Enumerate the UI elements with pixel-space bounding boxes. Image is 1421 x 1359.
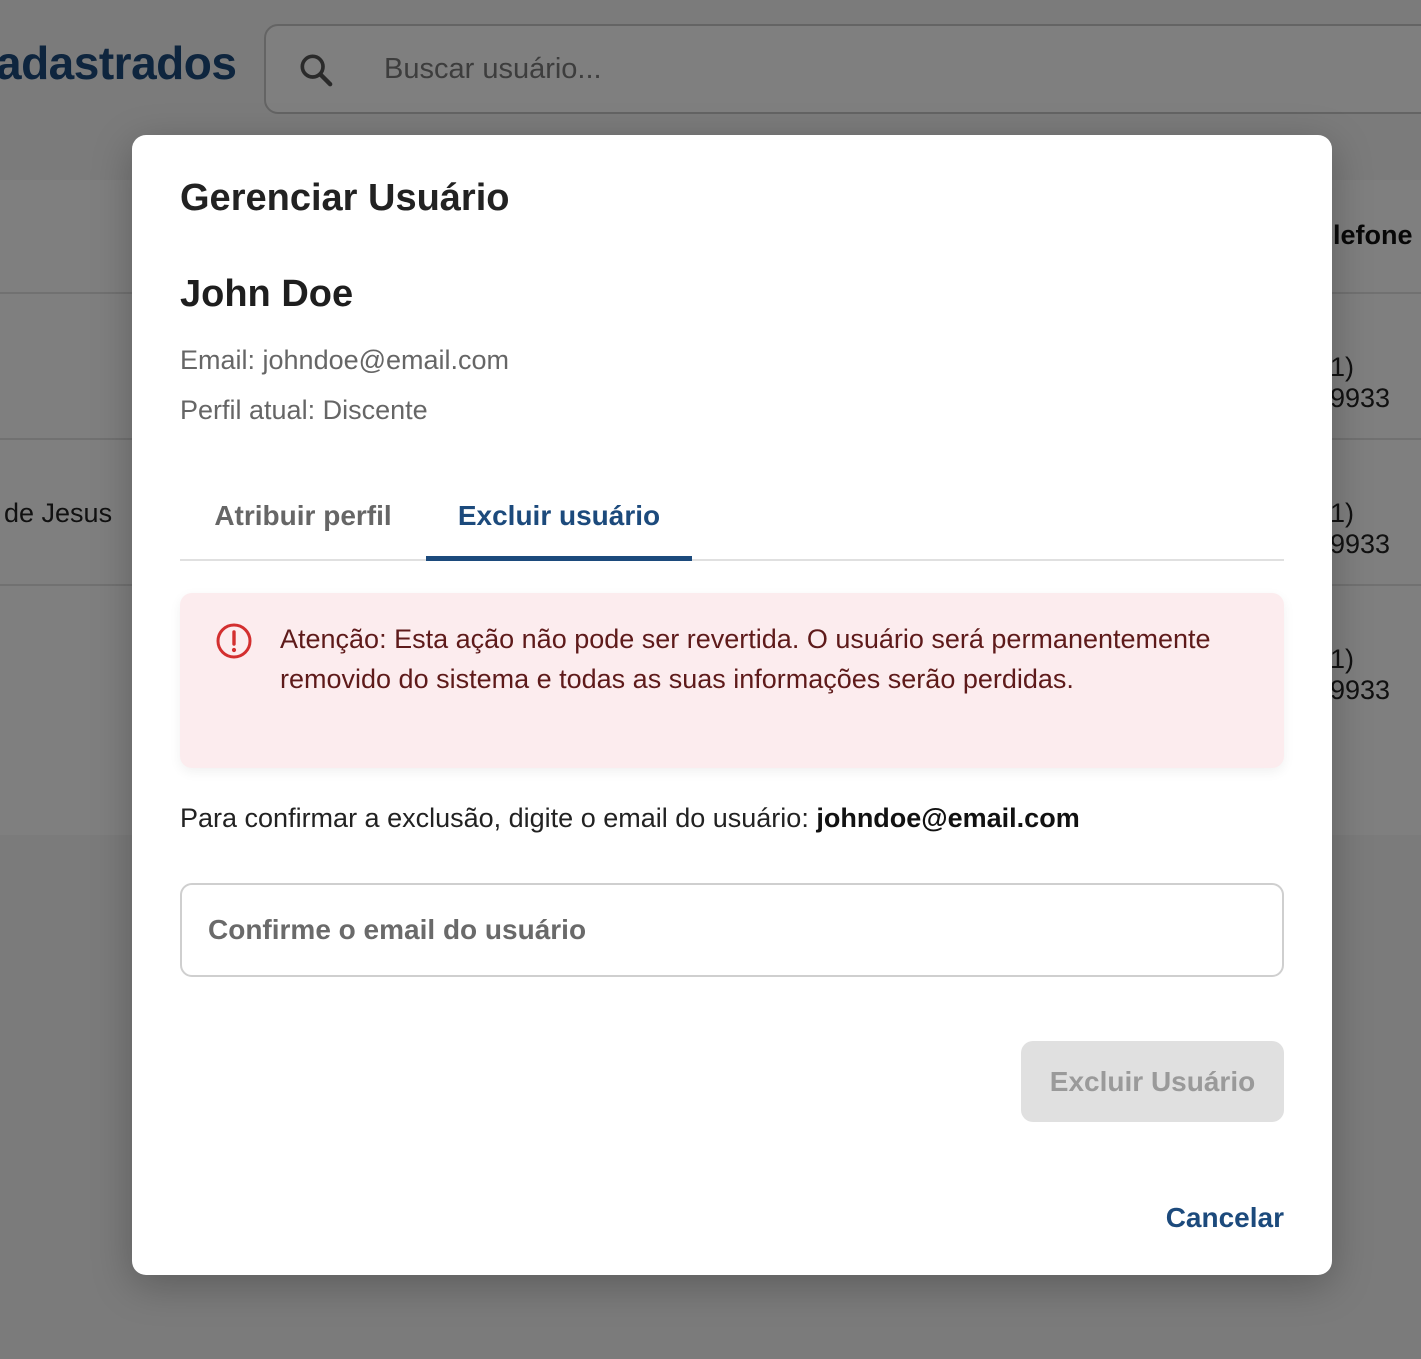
user-name: John Doe	[180, 273, 354, 315]
cancel-button[interactable]: Cancelar	[1142, 1193, 1284, 1243]
user-email: Email: johndoe@email.com	[180, 345, 510, 375]
alert-circle-icon	[214, 621, 254, 661]
dialog-title: Gerenciar Usuário	[180, 177, 510, 219]
confirm-label-text: Para confirmar a exclusão, digite o emai…	[180, 803, 817, 833]
tab-assign-profile[interactable]: Atribuir perfil	[180, 475, 426, 557]
confirm-instructions: Para confirmar a exclusão, digite o emai…	[180, 803, 1080, 834]
tab-delete-user[interactable]: Excluir usuário	[426, 475, 692, 557]
delete-user-button[interactable]: Excluir Usuário	[1021, 1041, 1284, 1122]
confirm-email-input[interactable]	[180, 883, 1284, 977]
active-tab-indicator	[426, 556, 692, 561]
user-profile: Perfil atual: Discente	[180, 395, 428, 425]
manage-user-dialog: Gerenciar Usuário John Doe Email: johndo…	[132, 135, 1332, 1275]
warning-alert: Atenção: Esta ação não pode ser revertid…	[180, 593, 1284, 768]
alert-message: Atenção: Esta ação não pode ser revertid…	[280, 624, 1211, 694]
tab-bar: Atribuir perfil Excluir usuário	[180, 475, 1284, 561]
confirm-email: johndoe@email.com	[816, 803, 1080, 833]
